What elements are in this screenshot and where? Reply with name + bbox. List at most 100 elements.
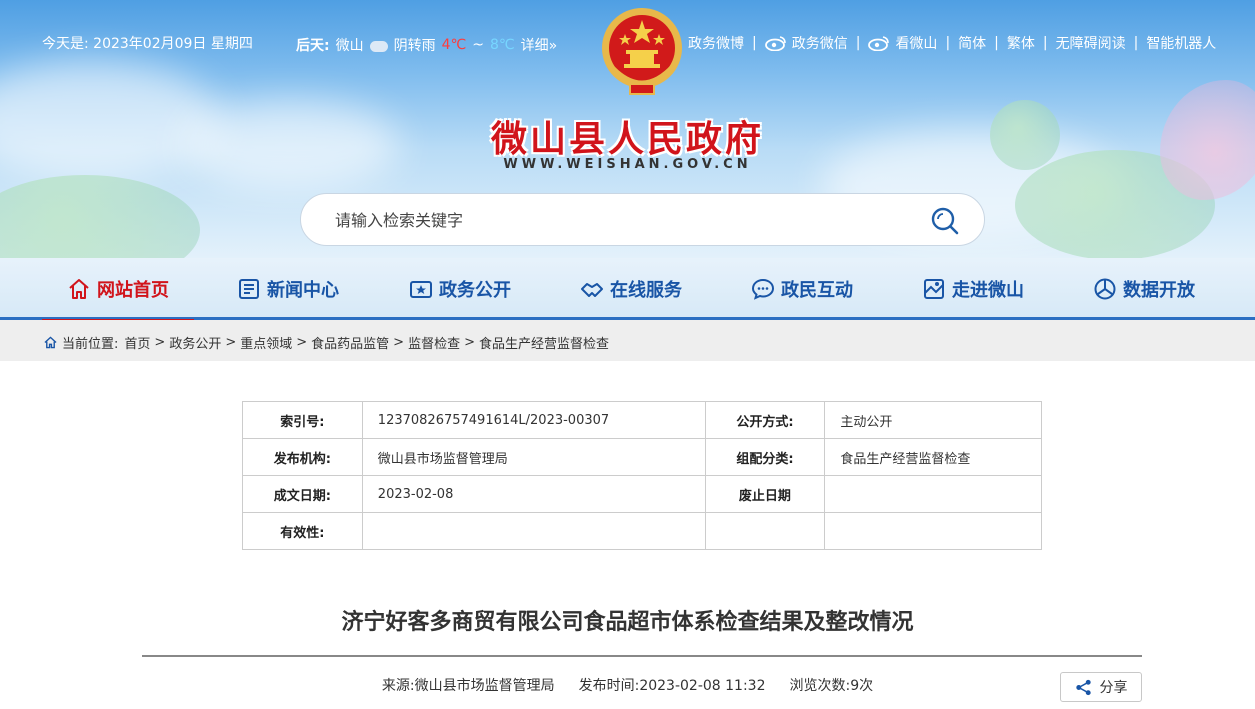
- top-bar: 今天是: 2023年02月09日 星期四 后天: 微山 阴转雨 4℃ ~ 8℃ …: [0, 0, 1255, 95]
- weather-desc: 阴转雨: [393, 38, 436, 54]
- table-row: 有效性:: [242, 512, 1042, 550]
- table-row: 索引号: 12370826757491614L/2023-00307 公开方式:…: [242, 401, 1042, 439]
- temp-sep: ~: [472, 37, 484, 53]
- meta-value: 微山县市场监督管理局: [361, 438, 706, 476]
- breadcrumb: 当前位置: 首页 > 政务公开 > 重点领域 > 食品药品监管 > 监督检查 >…: [0, 320, 1255, 361]
- meta-value: [824, 475, 1042, 513]
- nav-item-about-weishan[interactable]: 走进微山: [897, 258, 1049, 320]
- share-label: 分享: [1099, 680, 1128, 696]
- nav-item-label: 网站首页: [97, 280, 169, 301]
- cloud-icon: [369, 40, 388, 52]
- weibo-icon: [868, 36, 890, 51]
- title-divider: [142, 655, 1142, 657]
- meta-value: 2023-02-08: [361, 475, 706, 513]
- meta-value: 主动公开: [824, 401, 1042, 439]
- breadcrumb-separator: >: [393, 335, 405, 350]
- chat-icon: [751, 278, 775, 300]
- table-row: 发布机构: 微山县市场监督管理局 组配分类: 食品生产经营监督检查: [242, 438, 1042, 476]
- divider: |: [1042, 35, 1048, 51]
- breadcrumb-separator: >: [154, 335, 166, 350]
- nav-item-home[interactable]: 网站首页: [42, 258, 194, 323]
- article-publish-time: 发布时间:2023-02-08 11:32: [578, 678, 766, 694]
- meta-value: 12370826757491614L/2023-00307: [361, 401, 706, 439]
- meta-key: 索引号:: [242, 401, 363, 439]
- traditional-chinese-link[interactable]: 繁体: [1007, 33, 1035, 53]
- accessible-reading-link[interactable]: 无障碍阅读: [1056, 33, 1126, 53]
- breadcrumb-item[interactable]: 重点领域: [240, 333, 292, 352]
- gov-wechat-label: 政务微信: [791, 36, 848, 52]
- breadcrumb-separator: >: [225, 335, 237, 350]
- nav-item-label: 数据开放: [1123, 280, 1195, 301]
- search-bar: [300, 193, 985, 246]
- national-emblem-icon: [602, 8, 682, 95]
- nav-item-online-service[interactable]: 在线服务: [555, 258, 707, 320]
- article-views: 浏览次数:9次: [789, 678, 874, 694]
- breadcrumb-prefix: 当前位置:: [62, 337, 119, 352]
- site-url: WWW.WEISHAN.GOV.CN: [503, 157, 752, 172]
- nav-item-label: 在线服务: [610, 280, 682, 301]
- breadcrumb-item[interactable]: 政务公开: [169, 333, 221, 352]
- nav-item-interaction[interactable]: 政民互动: [726, 258, 878, 320]
- document-meta-table: 索引号: 12370826757491614L/2023-00307 公开方式:…: [242, 401, 1042, 550]
- home-icon: [44, 336, 57, 349]
- temp-low: 8℃: [489, 37, 515, 53]
- divider: |: [994, 35, 999, 51]
- today-date: 今天是: 2023年02月09日 星期四: [42, 36, 253, 52]
- data-icon: [1094, 278, 1116, 300]
- breadcrumb-item[interactable]: 监督检查: [408, 333, 460, 352]
- meta-key: 有效性:: [242, 512, 363, 550]
- nav-item-label: 政民互动: [781, 280, 853, 301]
- nav-item-gov-open[interactable]: 政务公开: [384, 258, 536, 320]
- meta-key: 组配分类:: [704, 438, 826, 476]
- weather-label: 后天:: [296, 38, 330, 54]
- nav-item-open-data[interactable]: 数据开放: [1068, 258, 1220, 320]
- meta-key: [704, 512, 826, 550]
- simplified-chinese-link[interactable]: 简体: [958, 33, 986, 53]
- nav-item-label: 政务公开: [439, 280, 511, 301]
- site-header: 今天是: 2023年02月09日 星期四 后天: 微山 阴转雨 4℃ ~ 8℃ …: [0, 0, 1255, 258]
- meta-value: [824, 512, 1042, 550]
- breadcrumb-item[interactable]: 首页: [124, 333, 150, 352]
- see-weishan-link[interactable]: 看微山: [868, 33, 937, 53]
- meta-value: [361, 512, 706, 550]
- gov-wechat-link[interactable]: 政务微信: [764, 33, 848, 53]
- site-title: 微山县人民政府: [490, 119, 764, 160]
- meta-key: 公开方式:: [704, 401, 826, 439]
- meta-key: 废止日期: [704, 475, 826, 513]
- meta-key: 发布机构:: [242, 438, 363, 476]
- lotus-leaf-decoration: [0, 175, 200, 258]
- temp-high: 4℃: [441, 37, 467, 53]
- top-links: 政务微博 | 政务微信 | 看微山 | 简体 | 繁体 | 无障碍阅读 | 智能…: [688, 33, 1216, 53]
- divider: |: [1133, 35, 1139, 51]
- search-input[interactable]: [335, 206, 895, 234]
- share-icon: [1075, 679, 1091, 695]
- nav-item-news[interactable]: 新闻中心: [212, 258, 364, 320]
- weather-detail-link[interactable]: 详细»: [521, 35, 558, 55]
- divider: |: [945, 35, 951, 51]
- weather-city: 微山: [335, 38, 364, 54]
- divider: |: [855, 35, 861, 51]
- share-button[interactable]: 分享: [1060, 672, 1142, 702]
- breadcrumb-separator: >: [464, 335, 475, 350]
- breadcrumb-item[interactable]: 食品药品监管: [311, 333, 389, 352]
- home-icon: [69, 279, 89, 299]
- see-weishan-label: 看微山: [895, 36, 938, 52]
- news-icon: [239, 279, 259, 299]
- article-source: 来源:微山县市场监督管理局: [381, 678, 555, 694]
- breadcrumb-separator: >: [296, 335, 308, 350]
- gov-weibo-label: 政务微博: [688, 36, 744, 52]
- weibo-icon: [764, 36, 786, 51]
- weather-widget: 后天: 微山 阴转雨 4℃ ~ 8℃ 详细»: [296, 35, 557, 55]
- nav-item-label: 走进微山: [952, 280, 1024, 301]
- search-icon[interactable]: [930, 206, 960, 236]
- divider: |: [752, 35, 757, 51]
- article-title: 济宁好客多商贸有限公司食品超市体系检查结果及整改情况: [341, 610, 914, 635]
- meta-key: 成文日期:: [242, 475, 363, 513]
- handshake-icon: [581, 283, 603, 297]
- main-nav: 网站首页 新闻中心 政务公开 在线服务 政民互动 走进微山 数据开放: [0, 258, 1255, 323]
- gov-weibo-link[interactable]: 政务微博: [688, 33, 744, 53]
- smart-robot-link[interactable]: 智能机器人: [1146, 33, 1216, 53]
- map-icon: [924, 279, 944, 299]
- gov-open-icon: [410, 281, 432, 298]
- breadcrumb-item[interactable]: 食品生产经营监督检查: [479, 333, 609, 352]
